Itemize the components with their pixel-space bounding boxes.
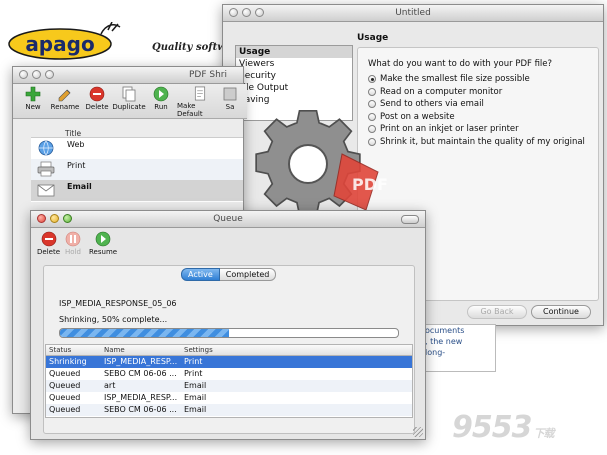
option-email[interactable]: Send to others via email — [368, 98, 585, 111]
queue-delete-button[interactable]: Delete — [37, 231, 60, 256]
current-job-status: Shrinking, 50% complete... — [59, 315, 168, 324]
usage-titlebar: Untitled — [223, 5, 603, 22]
table-row[interactable]: Shrinking ISP_MEDIA_RESP... Print — [46, 356, 412, 368]
option-computer-monitor[interactable]: Read on a computer monitor — [368, 86, 585, 99]
option-printer[interactable]: Print on an inkjet or laser printer — [368, 123, 585, 136]
usage-question: What do you want to do with your PDF fil… — [368, 59, 553, 69]
resume-icon — [95, 231, 111, 247]
delete-icon — [41, 231, 56, 247]
delete-icon — [89, 86, 105, 102]
svg-text:PDF: PDF — [352, 175, 388, 194]
delete-button[interactable]: Delete — [81, 84, 113, 118]
category-security[interactable]: Security — [236, 70, 352, 82]
toolbar-toggle-button[interactable] — [401, 215, 419, 224]
tab-active[interactable]: Active — [181, 268, 220, 281]
radio-icon[interactable] — [368, 87, 376, 96]
table-row[interactable]: Queued ISP_MEDIA_RESP... Email — [46, 392, 412, 404]
category-file-output[interactable]: File Output — [236, 82, 352, 94]
close-button[interactable] — [229, 8, 238, 17]
radio-selected-icon[interactable] — [368, 75, 376, 84]
rename-button[interactable]: Rename — [49, 84, 81, 118]
tab-completed[interactable]: Completed — [219, 268, 277, 281]
close-button[interactable] — [19, 70, 28, 79]
printer-icon — [37, 161, 55, 177]
email-icon — [37, 184, 55, 197]
progress-bar — [59, 328, 399, 338]
run-icon — [153, 86, 169, 102]
preset-email[interactable]: Email — [31, 180, 243, 201]
make-default-icon — [194, 86, 206, 101]
shrink-toolbar: New Rename Delete Duplicate Run Make Def… — [13, 84, 247, 119]
option-maintain-quality[interactable]: Shrink it, but maintain the quality of m… — [368, 136, 585, 149]
resize-handle[interactable] — [413, 427, 423, 437]
apago-logo: apago — [8, 22, 121, 60]
preset-print[interactable]: Print — [31, 159, 243, 180]
table-row[interactable]: Queued art Email — [46, 380, 412, 392]
continue-button[interactable]: Continue — [531, 305, 591, 319]
queue-titlebar: Queue — [31, 211, 425, 228]
shrink-titlebar: PDF Shri — [13, 67, 243, 84]
column-name[interactable]: Name — [101, 345, 181, 355]
duplicate-button[interactable]: Duplicate — [112, 84, 146, 118]
category-viewers[interactable]: Viewers — [236, 58, 352, 70]
hold-icon — [65, 231, 81, 247]
save-button[interactable]: Sa — [223, 84, 237, 118]
table-row[interactable]: Queued SEBO CM 06-06 ... Email — [46, 404, 412, 416]
go-back-button[interactable]: Go Back — [467, 305, 527, 319]
queue-window-title: Queue — [213, 214, 243, 224]
run-button[interactable]: Run — [145, 84, 177, 118]
make-default-button[interactable]: Make Default — [177, 84, 223, 118]
web-icon — [38, 140, 54, 156]
new-button[interactable]: New — [17, 84, 49, 118]
option-website[interactable]: Post on a website — [368, 111, 585, 124]
queue-hold-button[interactable]: Hold — [65, 231, 81, 256]
zoom-button[interactable] — [45, 70, 54, 79]
column-status[interactable]: Status — [46, 345, 101, 355]
progress-fill — [60, 329, 229, 337]
new-icon — [25, 86, 41, 102]
watermark: 9553 下载 — [452, 410, 555, 445]
queue-window: Queue Delete Hold Resume Active Complete… — [30, 210, 426, 440]
preset-web[interactable]: Web — [31, 138, 243, 159]
column-settings[interactable]: Settings — [181, 345, 384, 355]
table-header: Status Name Settings — [46, 345, 412, 356]
minimize-button[interactable] — [32, 70, 41, 79]
minimize-button[interactable] — [50, 214, 59, 223]
preset-list: Web Print Email — [31, 137, 243, 202]
zoom-button[interactable] — [255, 8, 264, 17]
logo-brand: apago — [25, 32, 94, 56]
save-icon — [223, 87, 237, 101]
document-text-fragment: ocuments , the new long- — [418, 324, 496, 372]
queue-table: Status Name Settings Shrinking ISP_MEDIA… — [45, 344, 413, 418]
queue-tabs: Active Completed — [181, 268, 277, 281]
usage-window-title: Untitled — [395, 8, 431, 18]
table-row[interactable]: Queued SEBO CM 06-06 ... Print — [46, 368, 412, 380]
current-job-name: ISP_MEDIA_RESPONSE_05_06 — [59, 299, 177, 308]
usage-options: Make the smallest file size possible Rea… — [368, 73, 585, 148]
category-usage[interactable]: Usage — [236, 46, 352, 58]
duplicate-icon — [122, 86, 136, 102]
minimize-button[interactable] — [242, 8, 251, 17]
section-title: Usage — [357, 33, 389, 43]
close-button[interactable] — [37, 214, 46, 223]
shrink-window-title: PDF Shri — [189, 70, 228, 80]
zoom-button[interactable] — [63, 214, 72, 223]
option-smallest-size[interactable]: Make the smallest file size possible — [368, 73, 585, 86]
queue-resume-button[interactable]: Resume — [89, 231, 117, 256]
rename-icon — [58, 89, 71, 102]
